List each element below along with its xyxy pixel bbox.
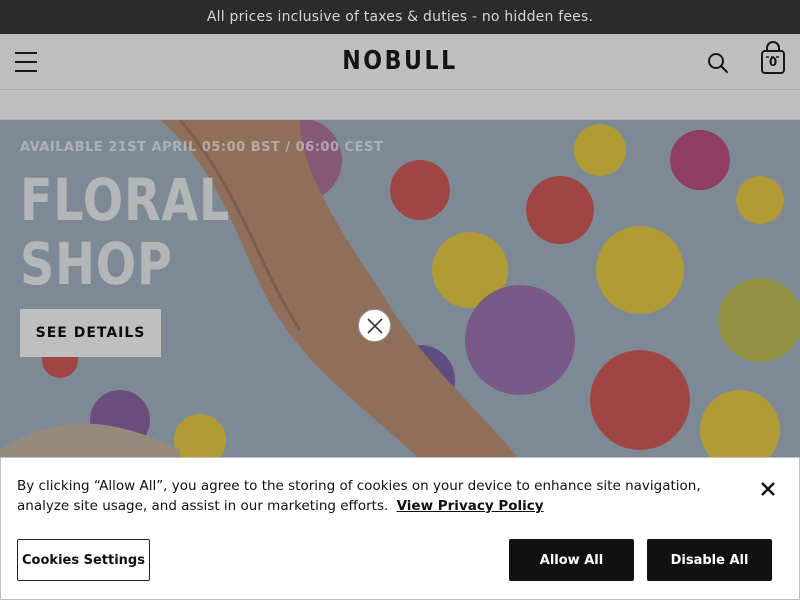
cookie-message: By clicking “Allow All”, you agree to th… [17,476,737,516]
announcement-bar: All prices inclusive of taxes & duties -… [0,0,800,34]
cookie-message-text: By clicking “Allow All”, you agree to th… [17,478,701,514]
allow-all-button[interactable]: Allow All [509,539,634,581]
disable-all-button[interactable]: Disable All [647,539,772,581]
privacy-policy-link[interactable]: View Privacy Policy [397,498,544,514]
cookie-banner: By clicking “Allow All”, you agree to th… [0,457,800,600]
close-circle-icon[interactable] [358,309,391,342]
cookies-settings-button[interactable]: Cookies Settings [17,539,150,581]
close-icon[interactable] [759,480,777,498]
announcement-text: All prices inclusive of taxes & duties -… [206,9,594,25]
